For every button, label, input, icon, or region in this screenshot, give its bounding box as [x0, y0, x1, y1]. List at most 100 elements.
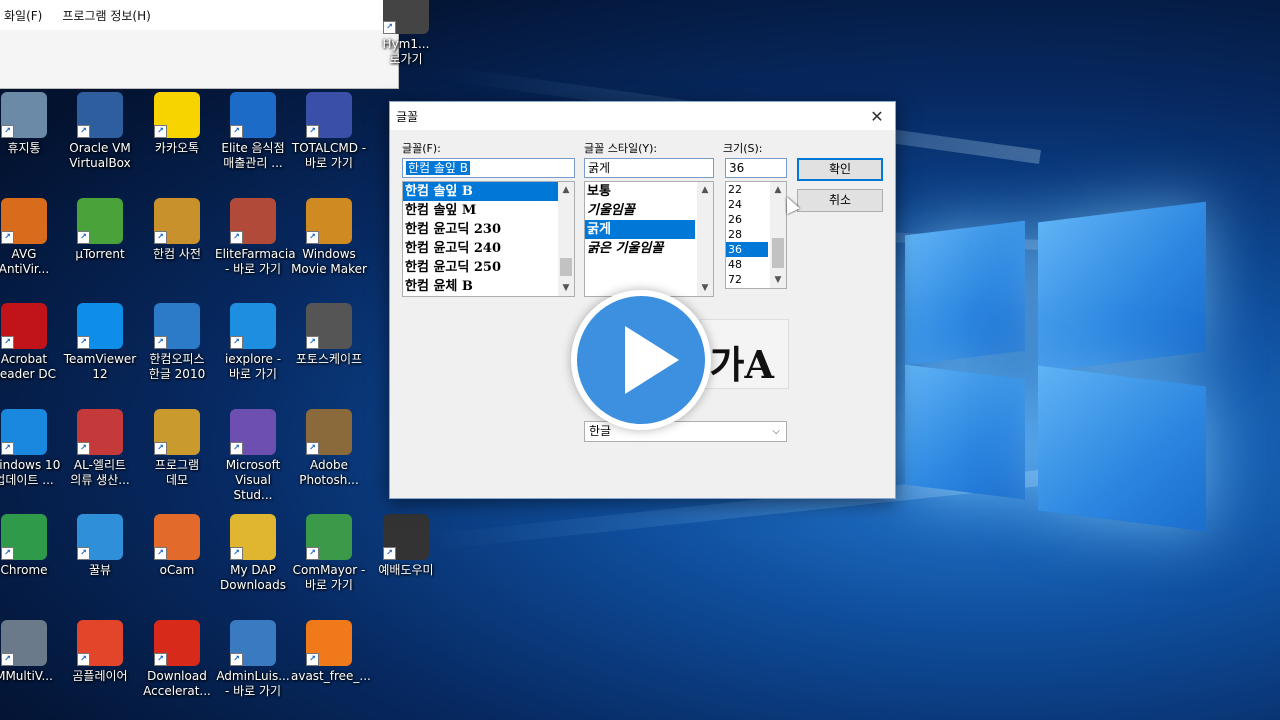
- desktop-icon[interactable]: ↗ Adobe Photosh...: [291, 409, 367, 488]
- chevron-down-icon[interactable]: ▼: [770, 272, 786, 288]
- desktop-icon[interactable]: ↗ 곰플레이어: [62, 620, 138, 684]
- list-item[interactable]: 한컴 윤고딕 250: [403, 258, 574, 277]
- font-list[interactable]: 한컴 솔잎 B 한컴 솔잎 M 한컴 윤고딕 230 한컴 윤고딕 240 한컴 윤고딕…: [402, 181, 575, 297]
- desktop-icon[interactable]: ↗ Oracle VM VirtualBox: [62, 92, 138, 171]
- desktop-icon-label: avast_free_...: [291, 669, 371, 683]
- desktop-icon[interactable]: ↗ TeamViewer 12: [62, 303, 138, 382]
- demo-icon: ↗: [154, 409, 200, 455]
- sample-preview: 가A: [700, 319, 789, 389]
- desktop-icon[interactable]: ↗ AVG AntiVir...: [0, 198, 62, 277]
- desktop-icon-label: iexplore - 바로 가기: [224, 352, 282, 381]
- shortcut-arrow-icon: ↗: [154, 125, 167, 138]
- desktop-icon[interactable]: ↗ oCam: [139, 514, 215, 578]
- menu-file[interactable]: 화일(F): [0, 7, 52, 24]
- style-list-scrollbar[interactable]: ▲ ▼: [697, 182, 713, 296]
- desktop-icon-label: 한컴오피스 한글 2010: [148, 352, 206, 381]
- hwp-icon: ↗: [154, 303, 200, 349]
- acrobat-icon: ↗: [1, 303, 47, 349]
- chevron-down-icon[interactable]: ▼: [558, 280, 574, 296]
- play-button[interactable]: [571, 290, 711, 430]
- kakaotalk-icon: ↗: [154, 92, 200, 138]
- sample-text: 가A: [709, 342, 774, 387]
- list-item[interactable]: 보통: [585, 182, 695, 201]
- desktop-icon[interactable]: ↗ iexplore - 바로 가기: [215, 303, 291, 382]
- desktop-icon[interactable]: ↗ Download Accelerat...: [139, 620, 215, 699]
- desktop-icon-label: EliteFarmacia - 바로 가기: [215, 247, 296, 276]
- list-item[interactable]: 22: [726, 182, 768, 197]
- list-item[interactable]: 한컴 윤체 B: [403, 277, 574, 296]
- floppy-icon: ↗: [306, 92, 352, 138]
- desktop-icon[interactable]: ↗ Microsoft Visual Stud...: [215, 409, 291, 503]
- desktop-icon[interactable]: ↗ My DAP Downloads: [215, 514, 291, 593]
- list-item[interactable]: 굵은 기울임꼴: [585, 239, 695, 258]
- desktop-icon[interactable]: ↗ avast_free_...: [291, 620, 371, 684]
- desktop-icon[interactable]: ↗ 꿀뷰: [62, 514, 138, 578]
- size-input[interactable]: 36: [725, 158, 787, 178]
- desktop-icon[interactable]: ↗ Acrobat Reader DC: [0, 303, 62, 382]
- gomplayer-icon: ↗: [77, 620, 123, 666]
- font-list-scrollbar[interactable]: ▲ ▼: [558, 182, 574, 296]
- script-value: 한글: [589, 424, 612, 438]
- desktop-icon-label: AVG AntiVir...: [0, 247, 50, 276]
- chevron-down-icon[interactable]: ▼: [697, 280, 713, 296]
- size-label: 크기(S):: [723, 142, 763, 155]
- ok-button[interactable]: 확인: [797, 158, 883, 181]
- desktop-icon-label: Oracle VM VirtualBox: [69, 141, 131, 170]
- font-name-input[interactable]: 한컴 솔잎 B: [402, 158, 575, 178]
- desktop-icon[interactable]: ↗ Chrome: [0, 514, 62, 578]
- desktop-icon[interactable]: ↗ 프로그램 데모: [139, 409, 215, 488]
- list-item[interactable]: 28: [726, 227, 768, 242]
- desktop-icon[interactable]: ↗ 한컴오피스 한글 2010: [139, 303, 215, 382]
- list-item[interactable]: 한컴 솔잎 B: [403, 182, 574, 201]
- list-item[interactable]: 72: [726, 272, 768, 287]
- desktop-icon-label: Chrome: [0, 563, 48, 577]
- list-item[interactable]: 36: [726, 242, 768, 257]
- desktop-icon[interactable]: ↗ Hym1... 로가기: [368, 0, 444, 67]
- list-item[interactable]: 한컴 솔잎 M: [403, 201, 574, 220]
- list-item[interactable]: 48: [726, 257, 768, 272]
- virtualbox-icon: ↗: [77, 92, 123, 138]
- desktop-icon[interactable]: ↗ ComMayor - 바로 가기: [291, 514, 367, 593]
- desktop-icon[interactable]: ↗ 휴지통: [0, 92, 62, 156]
- desktop-icon[interactable]: ↗ EliteFarmacia - 바로 가기: [215, 198, 296, 277]
- chevron-up-icon[interactable]: ▲: [770, 182, 786, 198]
- list-item[interactable]: 한컴 윤고딕 230: [403, 220, 574, 239]
- chevron-up-icon[interactable]: ▲: [697, 182, 713, 198]
- desktop-icon[interactable]: ↗ MMultiV...: [0, 620, 62, 684]
- desktop-icon-label: µTorrent: [75, 247, 125, 261]
- dialog-titlebar[interactable]: 글꼴 ✕: [390, 102, 895, 130]
- list-item[interactable]: 26: [726, 212, 768, 227]
- shortcut-arrow-icon: ↗: [154, 336, 167, 349]
- desktop-icon[interactable]: ↗ Elite 음식점 매출관리 ...: [215, 92, 291, 171]
- desktop-icon[interactable]: ↗ µTorrent: [62, 198, 138, 262]
- list-item[interactable]: 굵게: [585, 220, 695, 239]
- size-list[interactable]: 22 24 26 28 36 48 72 ▲ ▼: [725, 181, 787, 289]
- desktop-icon[interactable]: ↗ AdminLuis... - 바로 가기: [215, 620, 291, 699]
- desktop-icon[interactable]: ↗ Windows Movie Maker: [291, 198, 367, 277]
- desktop-icon[interactable]: ↗ AL-엘리트 의류 생산...: [62, 409, 138, 488]
- shortcut-arrow-icon: ↗: [306, 125, 319, 138]
- recycle-bin-icon: ↗: [1, 92, 47, 138]
- shortcut-arrow-icon: ↗: [77, 442, 90, 455]
- chevron-down-icon: ⌵: [772, 426, 780, 437]
- list-item[interactable]: 한컴 윤고딕 240: [403, 239, 574, 258]
- menu-program-info[interactable]: 프로그램 정보(H): [58, 7, 160, 24]
- desktop-icon[interactable]: ↗ 카카오톡: [139, 92, 215, 156]
- close-icon[interactable]: ✕: [865, 107, 889, 126]
- shortcut-arrow-icon: ↗: [383, 547, 396, 560]
- style-input[interactable]: 굵게: [584, 158, 714, 178]
- avast-icon: ↗: [306, 620, 352, 666]
- desktop-icon[interactable]: ↗ TOTALCMD - 바로 가기: [291, 92, 367, 171]
- desktop-icon[interactable]: ↗ 예배도우미: [368, 514, 444, 578]
- cancel-button[interactable]: 취소: [797, 189, 883, 212]
- list-item[interactable]: 24: [726, 197, 768, 212]
- desktop-icon[interactable]: ↗ 포토스케이프: [291, 303, 367, 367]
- desktop-icon[interactable]: ↗ 한컴 사전: [139, 198, 215, 262]
- desktop-icon-label: 예배도우미: [378, 563, 434, 577]
- desktop-icon[interactable]: ↗ Windows 10 업데이트 ...: [0, 409, 62, 488]
- desktop-icon-label: My DAP Downloads: [220, 563, 286, 592]
- desktop-icon-label: 휴지통: [7, 141, 41, 155]
- style-list[interactable]: 보통 기울임꼴 굵게 굵은 기울임꼴 ▲ ▼: [584, 181, 714, 297]
- chevron-up-icon[interactable]: ▲: [558, 182, 574, 198]
- list-item[interactable]: 기울임꼴: [585, 201, 695, 220]
